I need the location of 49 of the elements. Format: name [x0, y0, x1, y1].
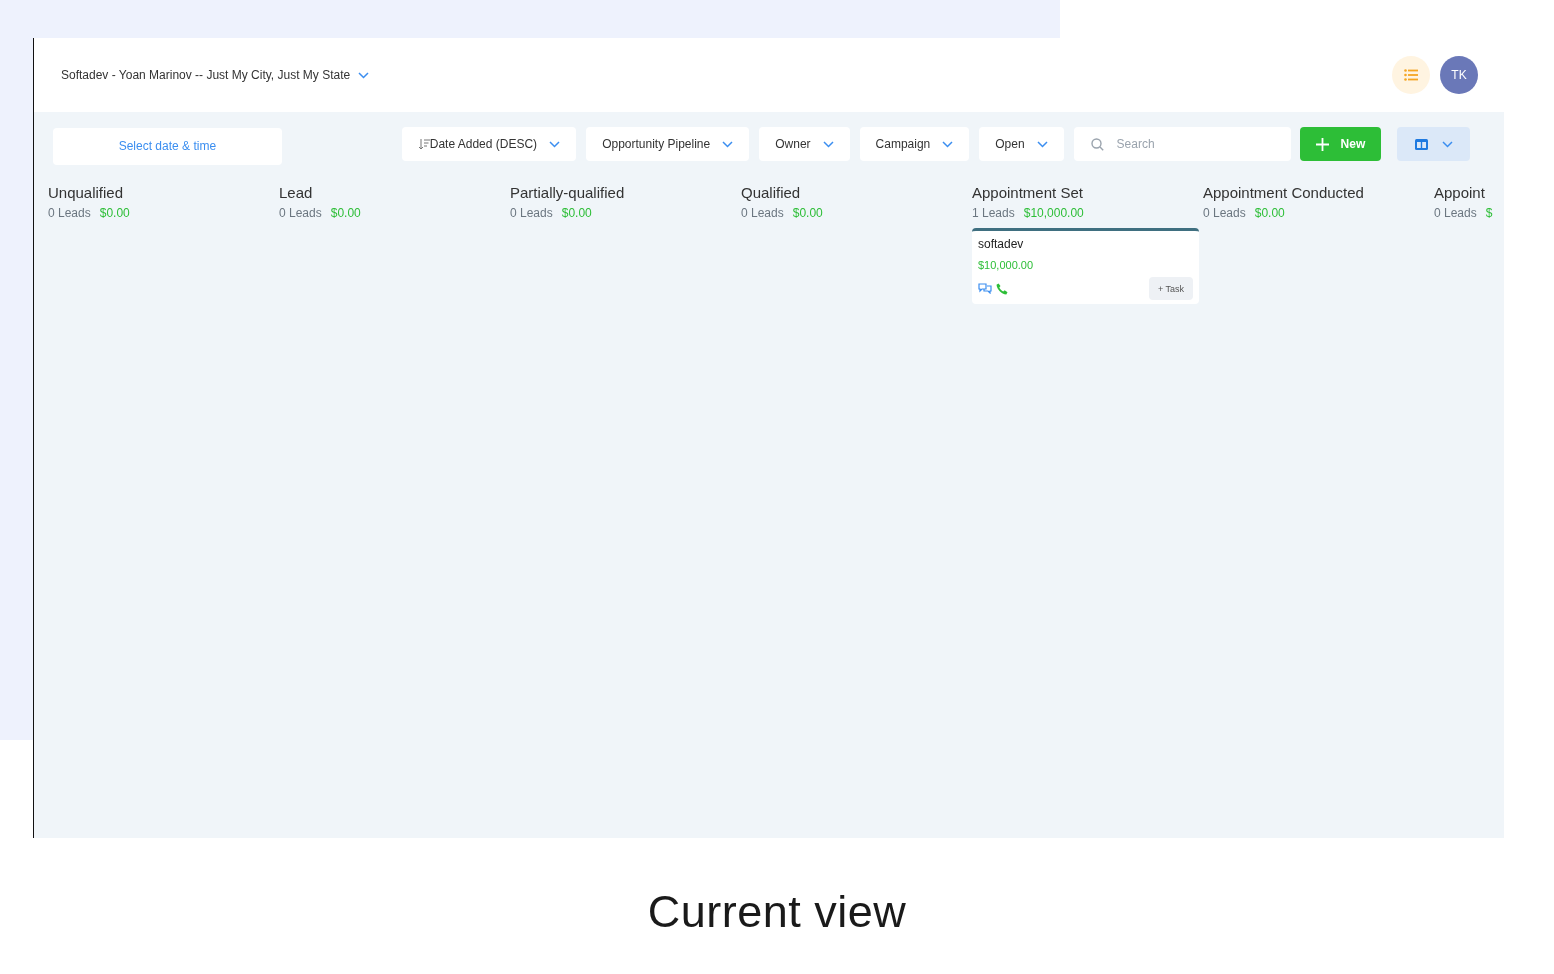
opportunity-name[interactable]: softadev: [978, 237, 1193, 251]
search-icon: [1090, 138, 1104, 151]
user-avatar[interactable]: TK: [1440, 56, 1478, 94]
filter-dropdown[interactable]: Owner: [759, 127, 850, 161]
columns-icon: [1414, 138, 1428, 150]
lead-count: 0 Leads: [1203, 206, 1246, 220]
stage-total: $0.00: [1254, 206, 1285, 220]
stage-total: $: [1485, 206, 1493, 220]
chevron-down-icon: [1441, 140, 1453, 148]
chevron-down-icon: [722, 140, 734, 148]
stage-total: $0.00: [561, 206, 592, 220]
filter-dropdown[interactable]: Campaign: [859, 127, 970, 161]
stage-total: $10,000.00: [1023, 206, 1084, 220]
search-field[interactable]: Search: [1073, 127, 1291, 161]
lead-count: 0 Leads: [48, 206, 91, 220]
view-toggle-button[interactable]: [1397, 127, 1470, 161]
list-icon: [1404, 69, 1418, 81]
stage-title: Appointment Conducted: [1203, 184, 1365, 201]
stage-title: Appointment Set: [972, 184, 1084, 201]
filter-dropdown[interactable]: Opportunity Pipeline: [586, 127, 750, 161]
filter-dropdown[interactable]: Open: [979, 127, 1064, 161]
sort-dropdown[interactable]: Date Added (DESC): [401, 127, 577, 161]
stage-title: Appoint: [1434, 184, 1486, 201]
stage-title: Lead: [279, 184, 314, 201]
phone-icon[interactable]: [996, 282, 1008, 295]
stage-title: Unqualified: [48, 184, 125, 201]
chevron-down-icon: [549, 140, 561, 148]
chat-icon[interactable]: [978, 283, 992, 294]
lead-count: 1 Leads: [972, 206, 1015, 220]
chevron-down-icon: [358, 71, 370, 79]
plus-icon: [1315, 137, 1329, 151]
stage-total: $0.00: [330, 206, 361, 220]
lead-count: 0 Leads: [510, 206, 553, 220]
caption: Current view: [647, 886, 907, 938]
chevron-down-icon: [822, 140, 834, 148]
add-task-button[interactable]: + Task: [1148, 277, 1193, 300]
list-view-button[interactable]: [1392, 56, 1430, 94]
lead-count: 0 Leads: [1434, 206, 1477, 220]
sort-icon: [417, 138, 430, 150]
stage-title: Qualified: [741, 184, 802, 201]
lead-count: 0 Leads: [741, 206, 784, 220]
stage-title: Partially-qualified: [510, 184, 626, 201]
opportunity-amount: $10,000.00: [978, 259, 1035, 271]
stage-total: $0.00: [99, 206, 130, 220]
lead-count: 0 Leads: [279, 206, 322, 220]
stage-total: $0.00: [792, 206, 823, 220]
chevron-down-icon: [1036, 140, 1048, 148]
account-title[interactable]: Softadev - Yoan Marinov -- Just My City, Just My State: [61, 68, 351, 82]
chevron-down-icon: [942, 140, 954, 148]
